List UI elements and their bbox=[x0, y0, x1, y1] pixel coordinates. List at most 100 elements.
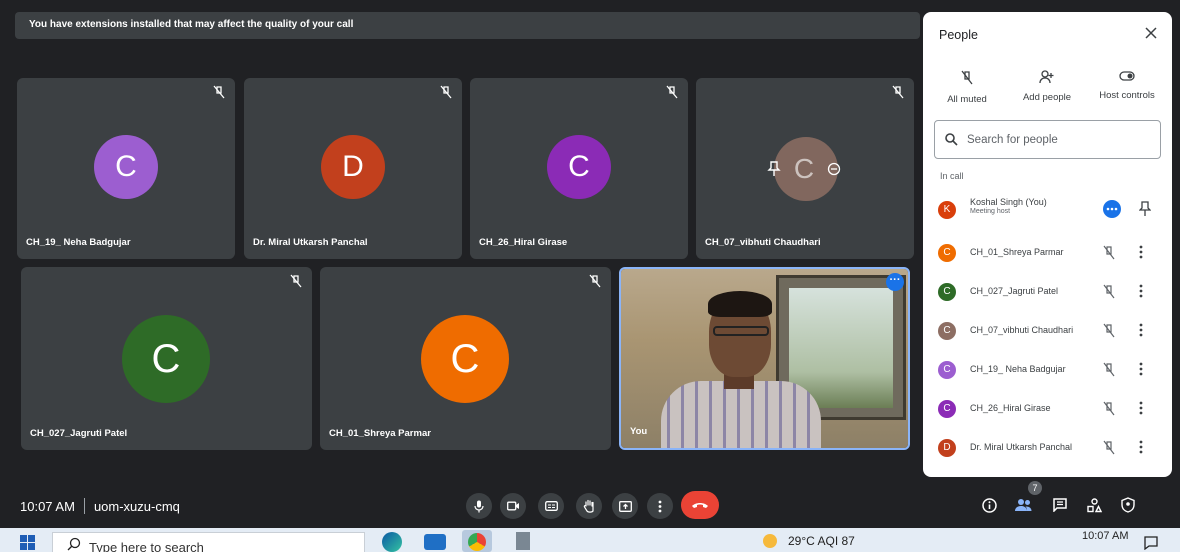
participant-row[interactable]: K Koshal Singh (You) Meeting host bbox=[923, 193, 1172, 231]
self-video bbox=[621, 269, 908, 448]
participant-count-badge: 7 bbox=[1028, 481, 1042, 495]
present-button[interactable] bbox=[612, 493, 638, 519]
extensions-warning-banner: You have extensions installed that may a… bbox=[15, 12, 920, 39]
microphone-button[interactable] bbox=[466, 493, 492, 519]
hand-icon bbox=[583, 499, 594, 513]
activities-icon bbox=[1086, 497, 1102, 512]
meeting-code: uom-xuzu-cmq bbox=[93, 498, 180, 514]
activities-button[interactable] bbox=[1083, 494, 1105, 516]
participant-row[interactable]: C CH_26_Hiral Girase bbox=[923, 392, 1172, 430]
windows-taskbar: Type here to search 29°C AQI 87 10:07 AM bbox=[0, 528, 1180, 552]
more-vert-icon[interactable] bbox=[1139, 323, 1143, 337]
avatar: C bbox=[547, 135, 611, 199]
pin-icon[interactable] bbox=[767, 161, 781, 177]
participant-row[interactable]: C CH_01_Shreya Parmar bbox=[923, 236, 1172, 274]
participant-tile[interactable]: C CH_19_ Neha Badgujar bbox=[17, 78, 235, 259]
meeting-time: 10:07 AM bbox=[20, 498, 75, 514]
host-controls-toolbar-button[interactable] bbox=[1117, 494, 1139, 516]
avatar: C bbox=[421, 315, 509, 403]
more-options-icon[interactable] bbox=[1103, 200, 1121, 223]
participant-name: CH_19_ Neha Badgujar bbox=[970, 364, 1066, 374]
people-search[interactable] bbox=[934, 120, 1161, 159]
mic-off-icon bbox=[440, 85, 452, 99]
system-clock[interactable]: 10:07 AM bbox=[1082, 530, 1128, 542]
meeting-details-button[interactable] bbox=[978, 494, 1000, 516]
participant-tile[interactable]: C CH_26_Hiral Girase bbox=[470, 78, 688, 259]
leave-call-button[interactable] bbox=[681, 491, 719, 519]
mic-off-icon[interactable] bbox=[1102, 401, 1116, 417]
participant-tile[interactable]: C CH_01_Shreya Parmar bbox=[320, 267, 611, 450]
meeting-info: 10:07 AM uom-xuzu-cmq bbox=[20, 498, 180, 514]
info-icon bbox=[981, 497, 997, 513]
participant-row[interactable]: C CH_19_ Neha Badgujar bbox=[923, 353, 1172, 391]
participant-tile[interactable]: C CH_07_vibhuti Chaudhari bbox=[696, 78, 914, 259]
captions-icon bbox=[544, 501, 558, 511]
avatar: K bbox=[938, 201, 956, 219]
mic-off-icon bbox=[666, 85, 678, 99]
windows-start-icon[interactable] bbox=[20, 535, 35, 550]
add-people-label: Add people bbox=[1022, 92, 1072, 103]
participant-name: Koshal Singh (You) bbox=[970, 197, 1047, 207]
more-vert-icon bbox=[658, 500, 662, 512]
participant-tile[interactable]: C CH_027_Jagruti Patel bbox=[21, 267, 312, 450]
participant-name: You bbox=[630, 426, 648, 437]
more-vert-icon[interactable] bbox=[1139, 362, 1143, 376]
mic-off-icon[interactable] bbox=[1102, 323, 1116, 339]
participant-role: Meeting host bbox=[970, 208, 1011, 215]
weather-text: 29°C AQI 87 bbox=[788, 534, 855, 548]
present-icon bbox=[618, 500, 632, 512]
edge-icon[interactable] bbox=[382, 532, 402, 552]
chat-icon bbox=[1053, 498, 1067, 512]
tile-hover-controls: C bbox=[754, 137, 854, 201]
camera-button[interactable] bbox=[500, 493, 526, 519]
avatar: D bbox=[321, 135, 385, 199]
more-options-icon[interactable]: ··· bbox=[886, 273, 904, 291]
more-vert-icon[interactable] bbox=[1139, 440, 1143, 454]
search-icon bbox=[67, 537, 81, 551]
participant-row[interactable]: D Dr. Miral Utkarsh Panchal bbox=[923, 431, 1172, 469]
shield-icon bbox=[1121, 497, 1135, 513]
mic-off-icon bbox=[892, 85, 904, 99]
people-panel: People All muted Add people Host control… bbox=[923, 12, 1172, 477]
camera-icon bbox=[506, 501, 519, 511]
pin-icon[interactable] bbox=[1138, 201, 1152, 222]
search-input[interactable] bbox=[967, 130, 1147, 150]
more-options-button[interactable] bbox=[647, 493, 673, 519]
participant-name: CH_01_Shreya Parmar bbox=[970, 247, 1064, 257]
meeting-toolbar: 10:07 AM uom-xuzu-cmq 7 bbox=[0, 481, 1180, 528]
remove-icon[interactable] bbox=[827, 162, 841, 176]
more-vert-icon[interactable] bbox=[1139, 401, 1143, 415]
people-icon bbox=[1015, 499, 1032, 511]
chrome-icon[interactable] bbox=[462, 530, 492, 552]
mic-off-icon[interactable] bbox=[1102, 284, 1116, 300]
captions-button[interactable] bbox=[538, 493, 564, 519]
people-button[interactable] bbox=[1013, 494, 1035, 516]
host-controls-button[interactable]: Host controls bbox=[1087, 70, 1167, 101]
self-video-tile[interactable]: ··· You bbox=[619, 267, 910, 450]
participant-name: CH_07_vibhuti Chaudhari bbox=[705, 237, 821, 248]
participant-name: Dr. Miral Utkarsh Panchal bbox=[970, 442, 1073, 452]
add-people-button[interactable]: Add people bbox=[1007, 70, 1087, 103]
more-vert-icon[interactable] bbox=[1139, 284, 1143, 298]
all-muted-button[interactable]: All muted bbox=[927, 70, 1007, 105]
raise-hand-button[interactable] bbox=[576, 493, 602, 519]
mic-icon bbox=[474, 500, 484, 512]
chat-button[interactable] bbox=[1049, 494, 1071, 516]
mail-icon[interactable] bbox=[424, 534, 446, 550]
participant-tile[interactable]: D Dr. Miral Utkarsh Panchal bbox=[244, 78, 462, 259]
add-person-icon bbox=[1039, 70, 1054, 84]
close-icon[interactable] bbox=[1142, 24, 1160, 42]
mic-off-icon[interactable] bbox=[1102, 245, 1116, 261]
participant-row[interactable]: C CH_07_vibhuti Chaudhari bbox=[923, 314, 1172, 352]
file-explorer-icon[interactable] bbox=[516, 532, 530, 550]
taskbar-search[interactable]: Type here to search bbox=[52, 532, 365, 552]
search-icon bbox=[945, 133, 958, 146]
all-muted-label: All muted bbox=[947, 94, 987, 105]
mic-off-icon bbox=[213, 85, 225, 99]
mic-off-icon[interactable] bbox=[1102, 362, 1116, 378]
more-vert-icon[interactable] bbox=[1139, 245, 1143, 259]
mic-off-icon[interactable] bbox=[1102, 440, 1116, 456]
participant-row[interactable]: C CH_027_Jagruti Patel bbox=[923, 275, 1172, 313]
notification-icon[interactable] bbox=[1144, 536, 1158, 550]
avatar: C bbox=[938, 361, 956, 379]
